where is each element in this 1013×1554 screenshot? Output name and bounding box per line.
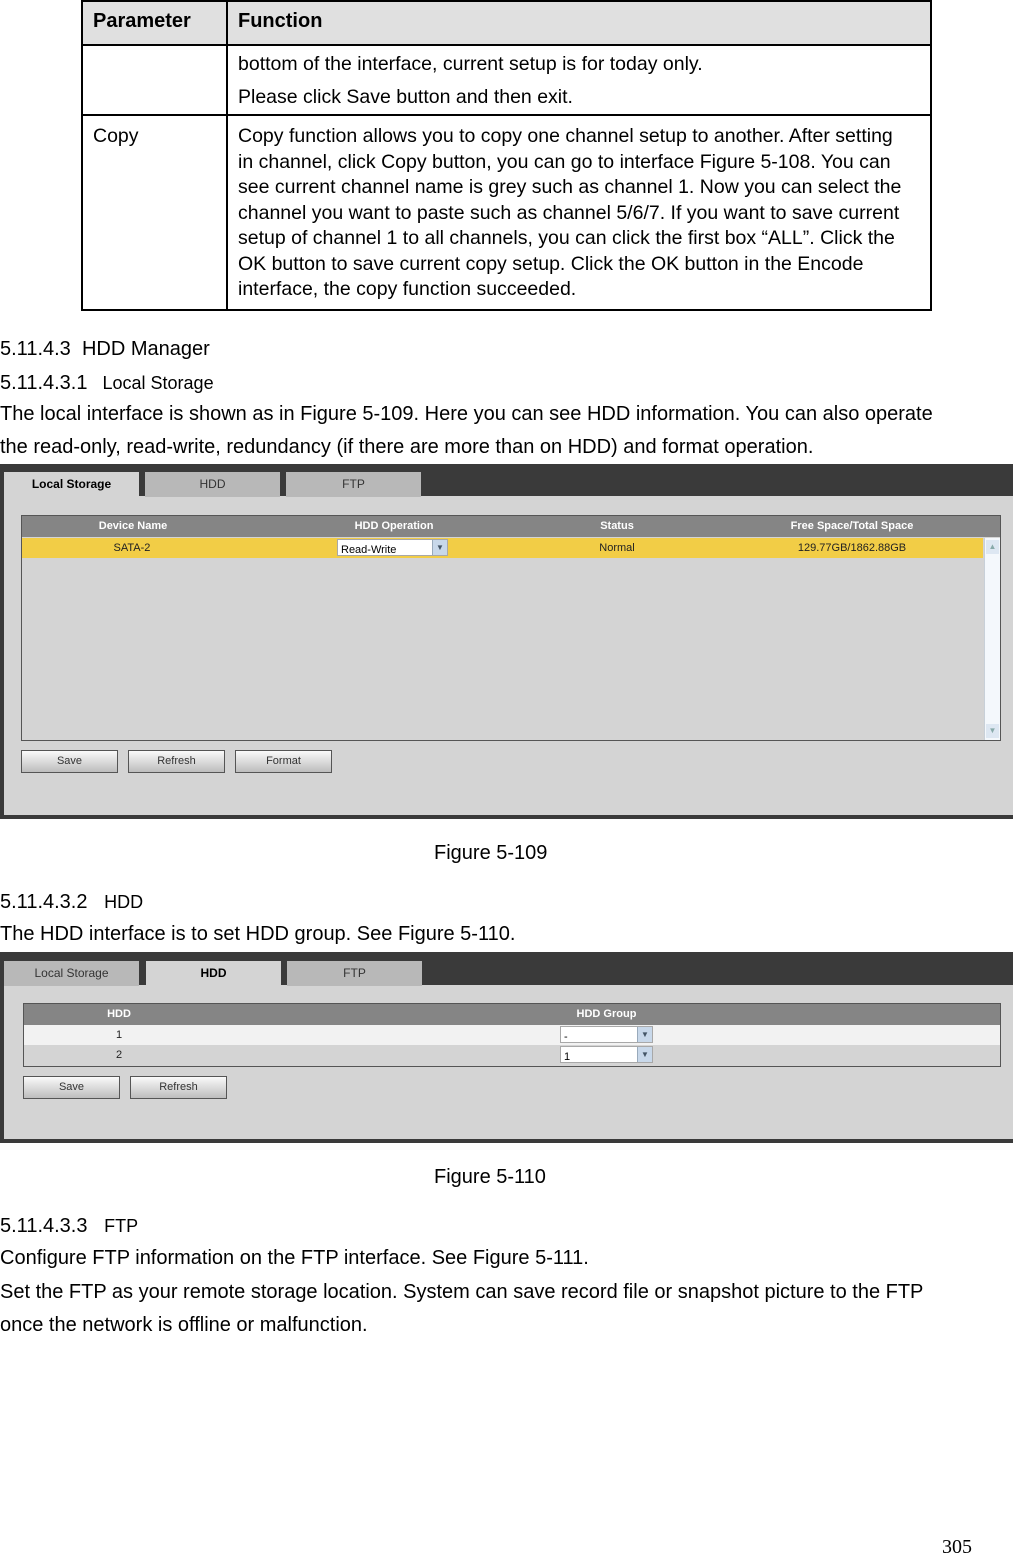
format-button[interactable]: Format [235, 750, 332, 773]
table-row[interactable]: 1 - ▼ [24, 1025, 1000, 1045]
hdd-operation-select[interactable]: Read-Write ▼ [337, 539, 448, 556]
hdd-cell: 1 [115, 1029, 123, 1041]
function-line: Please click Save button and then exit. [238, 86, 573, 108]
section-title: HDD [104, 892, 144, 912]
section-number: 5.11.4.3 [0, 338, 71, 360]
hdd-cell: 2 [115, 1049, 123, 1061]
hdd-list-table: Device Name HDD Operation Status Free Sp… [21, 515, 1001, 741]
table-header-row: Parameter Function [81, 0, 932, 46]
table-row: Copy Copy function allows you to copy on… [81, 114, 932, 311]
section-heading-ftp: 5.11.4.3.3 FTP [0, 1215, 138, 1238]
table-header-row: Device Name HDD Operation Status Free Sp… [22, 516, 1000, 537]
hdd-group-select[interactable]: - ▼ [560, 1026, 653, 1043]
refresh-button[interactable]: Refresh [130, 1076, 227, 1099]
parameter-cell: Copy [81, 114, 228, 311]
hdd-group-table: HDD HDD Group 1 - ▼ 2 1 ▼ [23, 1003, 1001, 1067]
local-storage-screenshot: Local Storage HDD FTP Device Name HDD Op… [0, 464, 1013, 819]
table-row: bottom of the interface, current setup i… [81, 44, 932, 116]
selected-value: 1 [564, 1051, 571, 1063]
tab-hdd[interactable]: HDD [146, 961, 281, 986]
tab-hdd[interactable]: HDD [145, 472, 280, 497]
col-hdd-operation: HDD Operation [354, 520, 434, 532]
chevron-down-icon[interactable]: ▼ [432, 540, 447, 555]
figure-caption: Figure 5-109 [434, 842, 548, 864]
col-device-name: Device Name [98, 520, 168, 532]
hdd-group-select[interactable]: 1 ▼ [560, 1046, 653, 1063]
section-number: 5.11.4.3.2 [0, 891, 88, 913]
refresh-button[interactable]: Refresh [128, 750, 225, 773]
vertical-scrollbar[interactable]: ▲ ▼ [984, 538, 1000, 740]
table-row[interactable]: 2 1 ▼ [24, 1045, 1000, 1065]
space-cell: 129.77GB/1862.88GB [797, 542, 907, 554]
selected-value: Read-Write [341, 544, 397, 556]
col-hdd: HDD [107, 1008, 131, 1020]
section-heading-hdd-manager: 5.11.4.3 HDD Manager [0, 338, 210, 361]
section-title: HDD Manager [81, 338, 210, 360]
scroll-down-icon[interactable]: ▼ [986, 724, 999, 738]
section-heading-local-storage: 5.11.4.3.1 Local Storage [0, 372, 214, 395]
figure-caption: Figure 5-110 [434, 1166, 546, 1188]
section-title: FTP [104, 1216, 139, 1236]
paragraph-line: once the network is offline or malfuncti… [0, 1314, 368, 1336]
col-status: Status [600, 520, 634, 532]
paragraph-line: the read-only, read-write, redundancy (i… [0, 436, 814, 458]
page-number: 305 [942, 1536, 972, 1554]
paragraph: Configure FTP information on the FTP int… [0, 1247, 589, 1269]
chevron-down-icon[interactable]: ▼ [637, 1027, 652, 1042]
tab-local-storage[interactable]: Local Storage [4, 961, 139, 986]
section-number: 5.11.4.3.1 [0, 372, 88, 394]
col-hdd-group: HDD Group [576, 1008, 637, 1020]
hdd-screenshot: Local Storage HDD FTP HDD HDD Group 1 - … [0, 952, 1013, 1143]
paragraph-line: The local interface is shown as in Figur… [0, 403, 933, 425]
section-heading-hdd: 5.11.4.3.2 HDD [0, 891, 143, 914]
function-line: bottom of the interface, current setup i… [238, 53, 703, 75]
col-free-total-space: Free Space/Total Space [790, 520, 914, 532]
selected-value: - [564, 1031, 568, 1043]
chevron-down-icon[interactable]: ▼ [637, 1047, 652, 1062]
header-parameter: Parameter [81, 0, 228, 46]
tab-local-storage[interactable]: Local Storage [4, 472, 139, 497]
paragraph-line: Set the FTP as your remote storage locat… [0, 1281, 924, 1303]
parameter-table: Parameter Function bottom of the interfa… [81, 0, 932, 311]
paragraph: The HDD interface is to set HDD group. S… [0, 923, 516, 945]
function-cell: bottom of the interface, current setup i… [226, 44, 932, 116]
status-cell: Normal [599, 542, 635, 554]
parameter-cell [81, 44, 228, 116]
section-title: Local Storage [102, 373, 214, 393]
function-cell: Copy function allows you to copy one cha… [226, 114, 932, 311]
section-number: 5.11.4.3.3 [0, 1215, 88, 1237]
header-function: Function [226, 0, 932, 46]
save-button[interactable]: Save [21, 750, 118, 773]
table-header-row: HDD HDD Group [24, 1004, 1000, 1025]
tab-ftp[interactable]: FTP [287, 961, 422, 986]
save-button[interactable]: Save [23, 1076, 120, 1099]
table-row[interactable]: SATA-2 Read-Write ▼ Normal 129.77GB/1862… [22, 538, 983, 558]
device-name-cell: SATA-2 [113, 542, 151, 554]
scroll-up-icon[interactable]: ▲ [986, 540, 999, 554]
tab-ftp[interactable]: FTP [286, 472, 421, 497]
